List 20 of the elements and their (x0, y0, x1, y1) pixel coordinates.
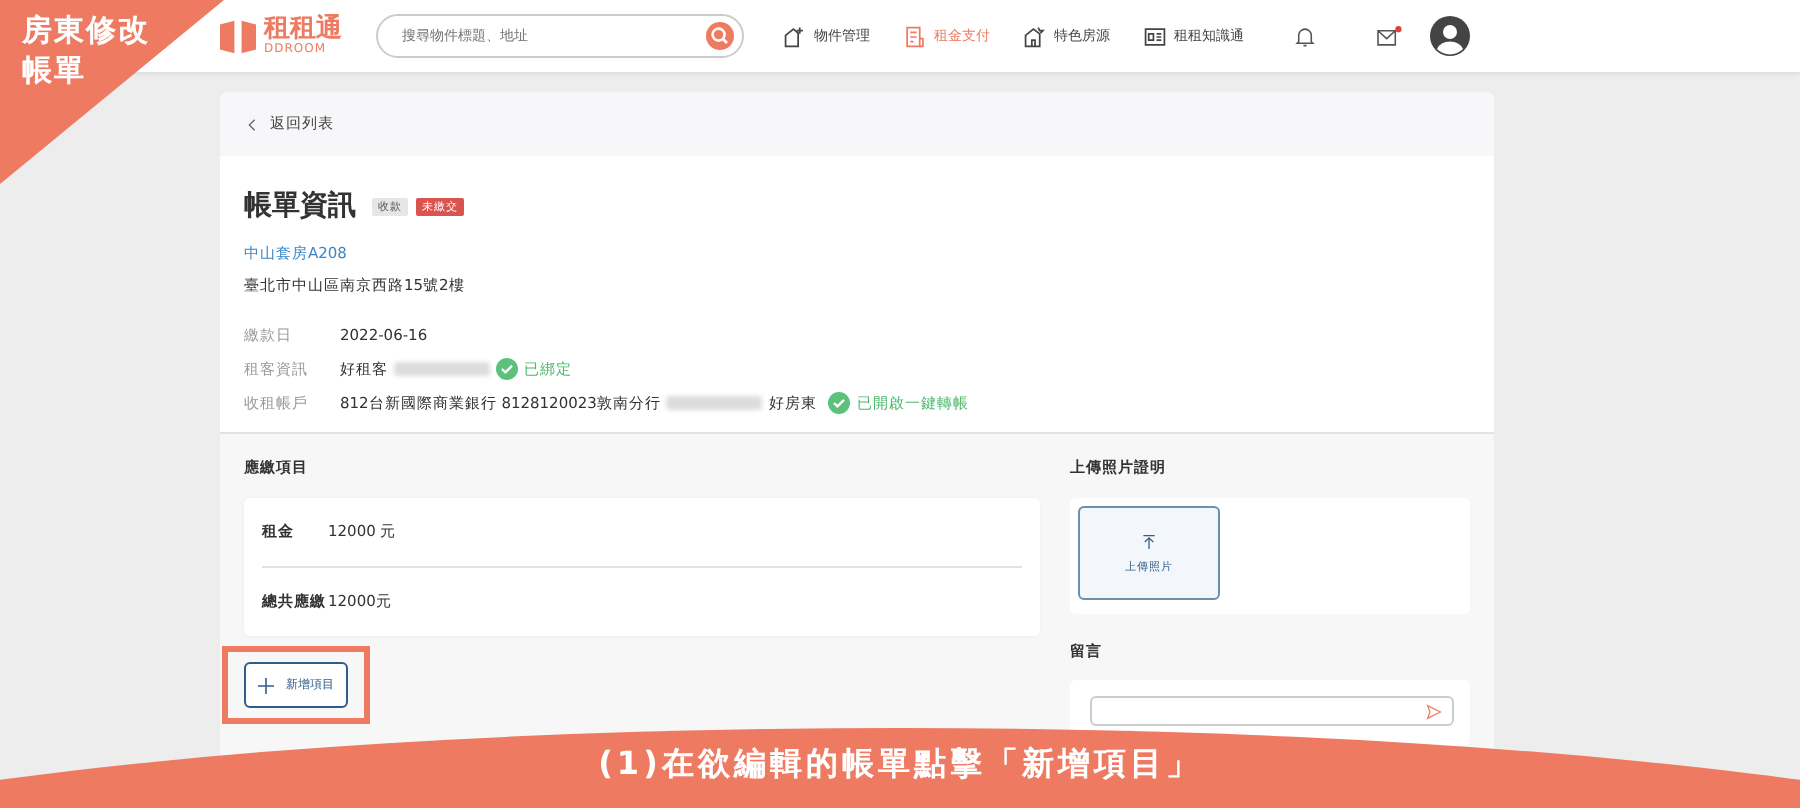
mail-icon[interactable] (1376, 25, 1402, 47)
message-input[interactable] (1090, 696, 1454, 726)
send-icon[interactable] (1426, 703, 1442, 719)
caption-text: (1)在欲編輯的帳單點擊「新增項目」 (598, 744, 1202, 786)
search-icon[interactable] (706, 22, 734, 50)
logo-name: 租租通 (264, 16, 342, 42)
book-logo-icon (220, 19, 256, 53)
plus-icon (258, 677, 274, 693)
upload-arrow-icon (1142, 533, 1156, 549)
receipt-icon (904, 25, 926, 47)
corner-label: 房東修改帳單 (22, 10, 152, 90)
check-circle-icon (828, 392, 851, 414)
house-plus-icon (784, 25, 806, 47)
check-circle-icon (496, 358, 518, 380)
newspaper-icon (1144, 25, 1166, 47)
avatar-icon[interactable] (1430, 16, 1470, 56)
bill-title: 帳單資訊 (244, 188, 356, 224)
house-star-icon (1024, 25, 1046, 47)
bell-icon[interactable] (1294, 25, 1316, 47)
chevron-left-icon (248, 117, 256, 131)
